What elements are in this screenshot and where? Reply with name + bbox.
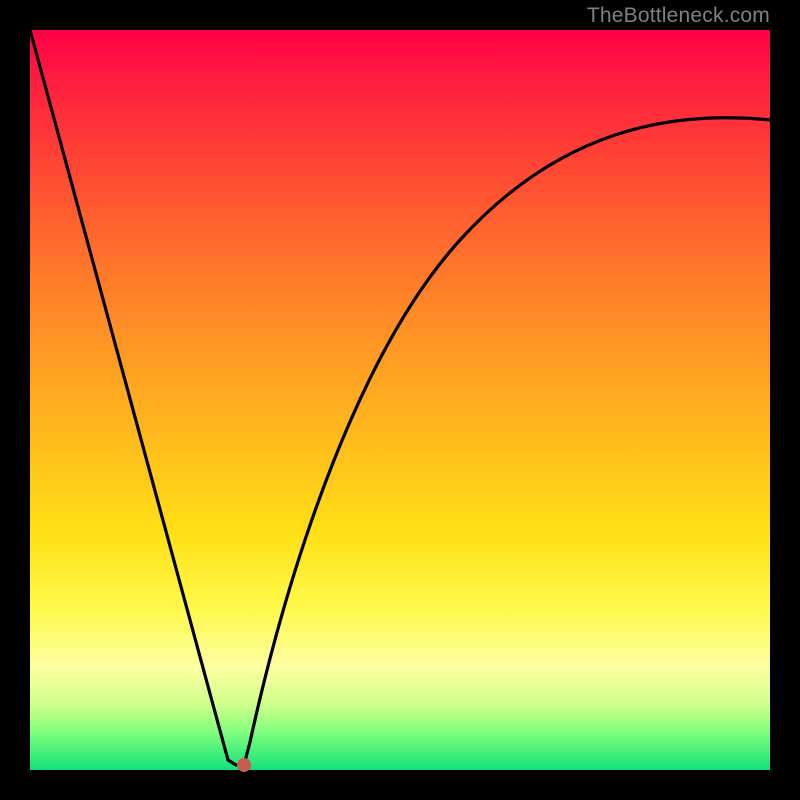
curve-right-branch <box>244 118 770 765</box>
watermark-text: TheBottleneck.com <box>587 4 770 28</box>
chart-frame: TheBottleneck.com <box>0 0 800 800</box>
plot-area <box>30 30 770 770</box>
minimum-marker <box>237 758 251 772</box>
curve-left-branch <box>30 30 242 765</box>
bottleneck-curve <box>30 30 770 770</box>
